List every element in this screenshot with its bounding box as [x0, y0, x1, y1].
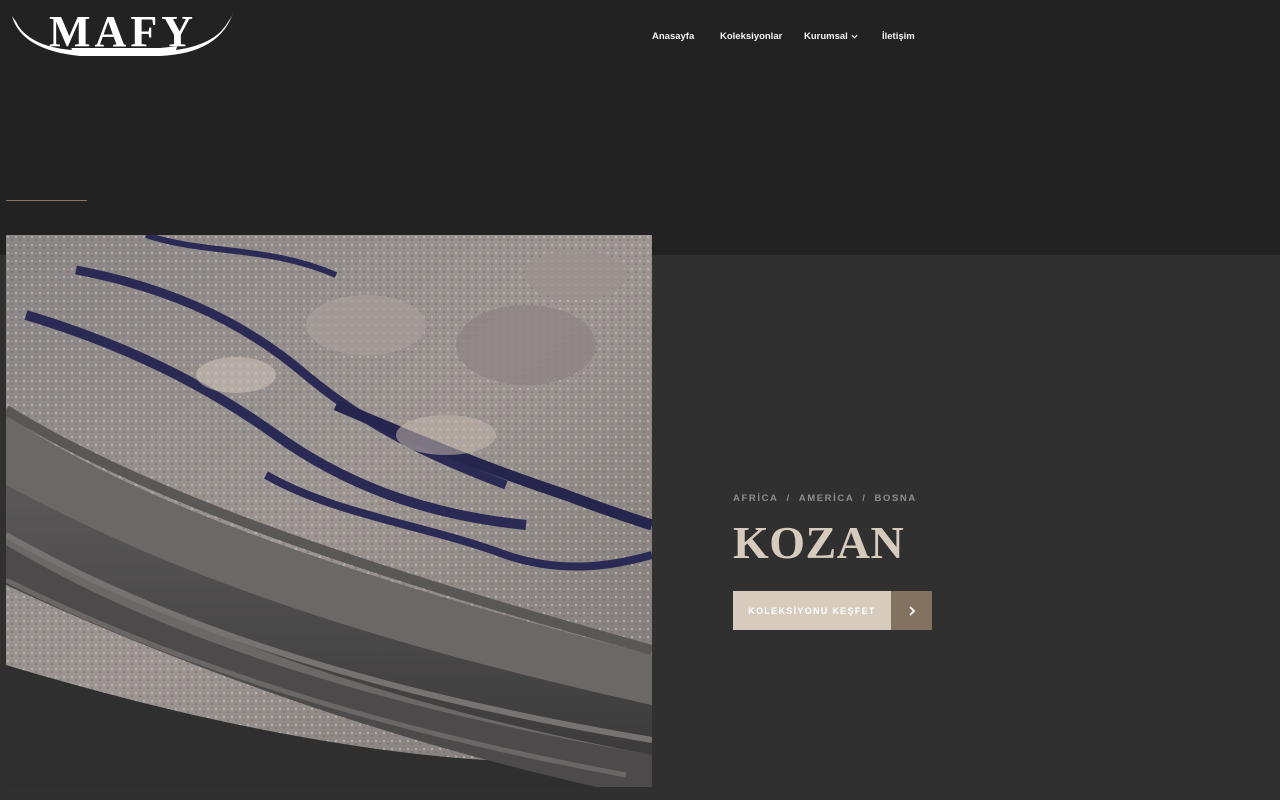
breadcrumb-separator: / [862, 493, 867, 504]
logo-wordmark: MAFY [49, 8, 197, 56]
chevron-right-icon [891, 591, 932, 630]
chevron-down-icon [851, 34, 858, 39]
rug-image [6, 235, 652, 787]
category-link-africa[interactable]: AFRİCA [733, 493, 779, 504]
category-link-america[interactable]: AMERİCA [799, 493, 855, 504]
nav-item-iletisim[interactable]: İletişim [882, 29, 915, 43]
brand-logo[interactable]: MAFY [10, 8, 236, 60]
mafy-logo-icon: MAFY [12, 8, 234, 56]
category-breadcrumb: AFRİCA / AMERİCA / BOSNA [733, 493, 917, 504]
explore-collection-button[interactable]: KOLEKSİYONU KEŞFET [733, 591, 932, 630]
category-link-bosna[interactable]: BOSNA [875, 493, 917, 504]
nav-item-kurumsal[interactable]: Kurumsal [804, 29, 858, 43]
nav-item-koleksiyonlar[interactable]: Koleksiyonlar [720, 29, 782, 43]
collection-title: KOZAN [733, 517, 905, 568]
breadcrumb-separator: / [786, 493, 791, 504]
explore-collection-label: KOLEKSİYONU KEŞFET [733, 591, 891, 630]
hero-rug-image [6, 235, 652, 787]
nav-item-kurumsal-label: Kurumsal [804, 30, 848, 42]
accent-divider [6, 200, 87, 201]
nav-item-anasayfa[interactable]: Anasayfa [652, 29, 694, 43]
